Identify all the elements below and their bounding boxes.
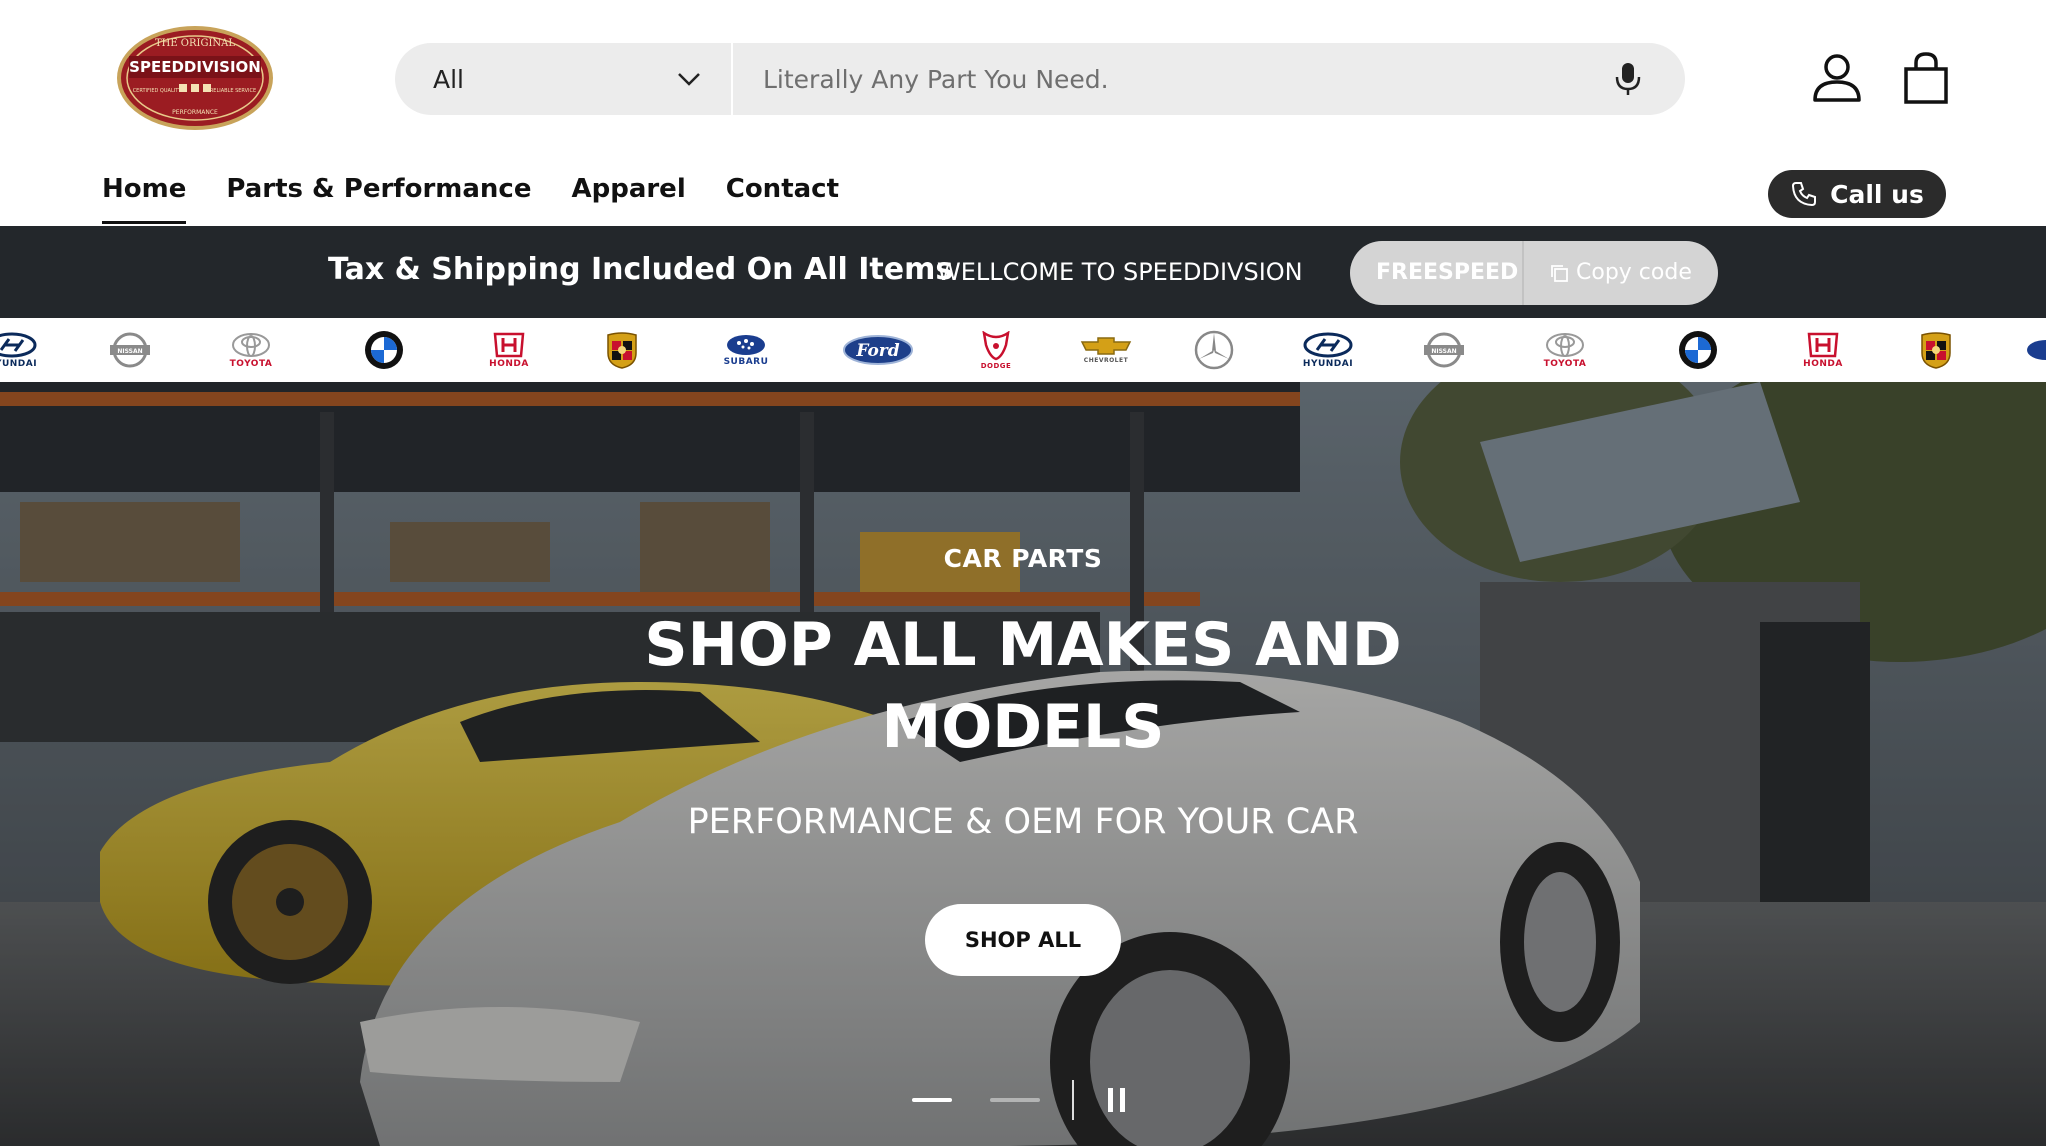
bmw-logo[interactable] [362,326,406,374]
svg-text:NISSAN: NISSAN [117,348,142,355]
toyota-label: TOYOTA [229,358,273,369]
announcement-welcome-text: WELLCOME TO SPEEDDIVSION [937,258,1303,286]
call-us-button[interactable]: Call us [1768,170,1946,218]
discount-code-pill: FREESPEED Copy code [1350,241,1718,305]
subaru-label: SUBARU [723,356,769,367]
speeddivision-logo[interactable]: THE ORIGINAL SPEEDDIVISION CERTIFIED QUA… [115,24,275,132]
slide-indicator-1[interactable] [912,1098,952,1102]
copy-code-label: Copy code [1576,260,1692,285]
svg-text:SPEEDDIVISION: SPEEDDIVISION [129,58,261,76]
ford-logo[interactable]: Ford [842,326,914,374]
shopping-bag-icon[interactable] [1903,52,1949,104]
chevrolet-logo[interactable]: CHEVROLET [1078,326,1134,374]
brand-logo-strip: HYUNDAI NISSAN TOYOTA HONDA SUBARU Ford … [0,318,2046,382]
main-nav: Home Parts & Performance Apparel Contact [102,174,839,224]
code-divider [1522,241,1524,305]
search-bar: All [395,43,1685,115]
mercedes-logo[interactable] [1192,326,1236,374]
hero-slideshow: CAR PARTS SHOP ALL MAKES AND MODELS PERF… [0,382,2046,1146]
announcement-shipping-text: Tax & Shipping Included On All Items [328,252,954,287]
svg-text:CERTIFIED QUALITY: CERTIFIED QUALITY [133,88,183,94]
bmw-logo-2[interactable] [1676,326,1720,374]
honda-label-2: HONDA [1803,358,1843,369]
subaru-logo[interactable]: SUBARU [712,326,780,374]
chevrolet-label: CHEVROLET [1083,357,1129,364]
announcement-bar: Tax & Shipping Included On All Items WEL… [0,226,2046,318]
hero-eyebrow: CAR PARTS [943,544,1103,573]
copy-code-button[interactable]: Copy code [1548,260,1692,285]
svg-text:RELIABLE SERVICE: RELIABLE SERVICE [210,88,256,94]
hero-title: SHOP ALL MAKES AND MODELS [644,610,1402,762]
subaru-logo-2[interactable] [2026,326,2046,374]
hyundai-logo[interactable]: HYUNDAI [0,326,44,374]
nav-home[interactable]: Home [102,174,187,224]
discount-code: FREESPEED [1376,260,1519,285]
microphone-icon[interactable] [1613,61,1643,97]
svg-text:NISSAN: NISSAN [1431,348,1456,355]
nav-parts-performance[interactable]: Parts & Performance [226,174,531,224]
toyota-logo[interactable]: TOYOTA [222,326,280,374]
search-category-select[interactable]: All [395,43,733,115]
site-header: THE ORIGINAL SPEEDDIVISION CERTIFIED QUA… [0,0,2046,226]
honda-logo-2[interactable]: HONDA [1794,326,1852,374]
copy-icon [1551,264,1568,282]
call-us-label: Call us [1830,179,1924,209]
hero-subtitle: PERFORMANCE & OEM FOR YOUR CAR [687,802,1359,842]
nissan-logo-2[interactable]: NISSAN [1420,326,1468,374]
search-category-value: All [433,65,464,94]
search-input[interactable] [763,59,1583,99]
chevron-down-icon [678,73,700,86]
slideshow-controls-divider [1072,1080,1074,1120]
dodge-logo[interactable]: DODGE [976,326,1016,374]
hyundai-label: HYUNDAI [0,358,38,369]
slide-indicator-2[interactable] [990,1098,1040,1102]
toyota-label-2: TOYOTA [1543,358,1587,369]
dodge-label: DODGE [980,361,1012,370]
account-icon[interactable] [1812,52,1862,104]
hyundai-logo-2[interactable]: HYUNDAI [1296,326,1360,374]
porsche-logo[interactable] [604,326,640,374]
shop-all-button[interactable]: SHOP ALL [925,904,1121,976]
hyundai-label-2: HYUNDAI [1302,358,1354,369]
nav-apparel[interactable]: Apparel [571,174,685,224]
phone-icon [1792,182,1817,207]
svg-text:PERFORMANCE: PERFORMANCE [172,109,218,116]
nissan-logo[interactable]: NISSAN [106,326,154,374]
nav-contact[interactable]: Contact [726,174,839,224]
svg-text:THE ORIGINAL: THE ORIGINAL [155,38,235,49]
porsche-logo-2[interactable] [1918,326,1954,374]
honda-logo[interactable]: HONDA [480,326,538,374]
svg-text:Ford: Ford [855,341,899,361]
toyota-logo-2[interactable]: TOYOTA [1536,326,1594,374]
pause-icon[interactable] [1108,1088,1128,1112]
honda-label: HONDA [489,358,529,369]
